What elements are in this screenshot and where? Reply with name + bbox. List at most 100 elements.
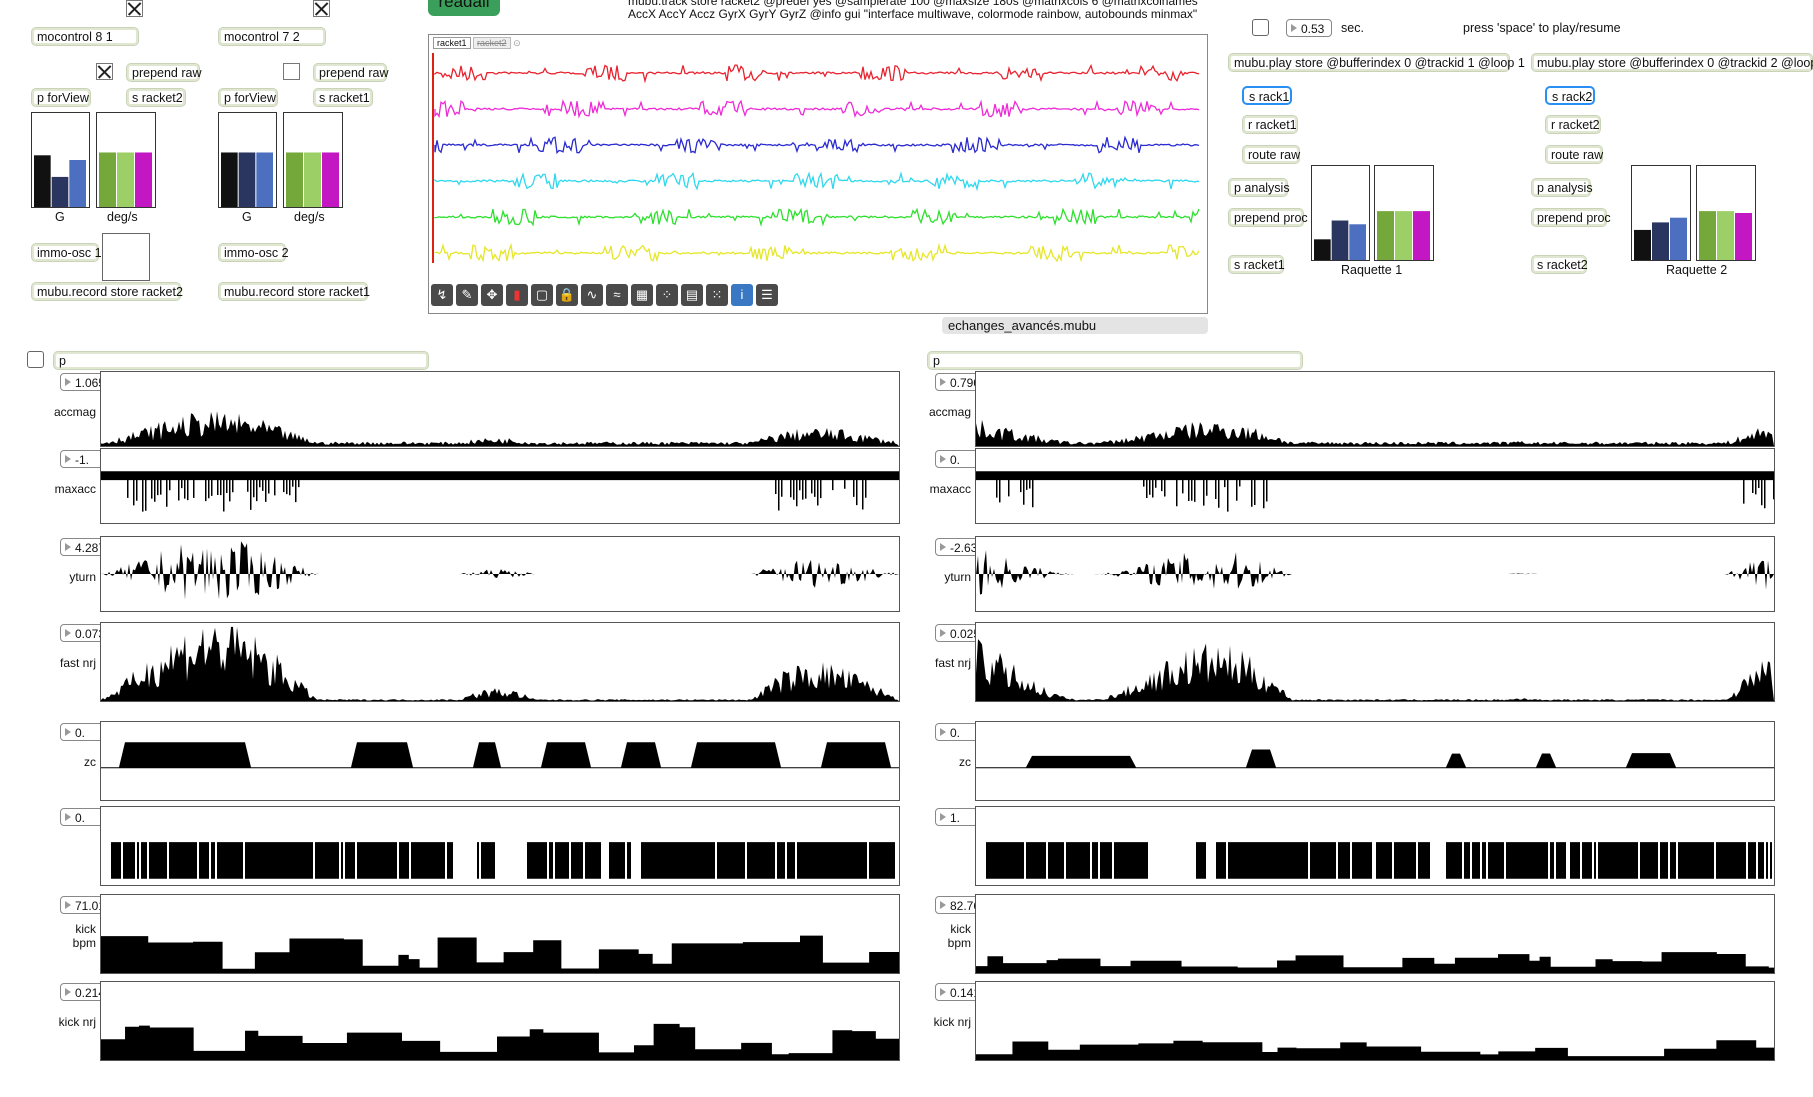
- select-tool-icon[interactable]: ▢: [531, 284, 553, 306]
- analysis-box-2[interactable]: p analysis: [1531, 178, 1593, 197]
- plot-canvas: [101, 1023, 899, 1060]
- prepend-proc-box-1[interactable]: prepend proc: [1228, 208, 1308, 227]
- send-racket-box-2[interactable]: s racket1: [313, 88, 373, 107]
- move-tool-icon[interactable]: ✥: [481, 284, 503, 306]
- send-rack2-box[interactable]: s rack2: [1545, 86, 1595, 105]
- analysis-box-1[interactable]: p analysis: [1228, 178, 1290, 197]
- plot-label-l-3: fast nrj: [59, 656, 96, 670]
- send-rack1-box[interactable]: s rack1: [1242, 86, 1292, 105]
- waveform-icon[interactable]: ∿: [581, 284, 603, 306]
- meter-bar: [1413, 211, 1430, 260]
- plot-label-l-4: zc: [84, 755, 96, 769]
- play-toggle[interactable]: [1252, 19, 1269, 36]
- route-raw-box-1[interactable]: route raw: [1242, 145, 1300, 164]
- plot-r-5[interactable]: [975, 806, 1775, 886]
- plot-r-4[interactable]: [975, 721, 1775, 801]
- prepend-raw-box[interactable]: prepend raw: [126, 63, 202, 82]
- mubu-track-view[interactable]: racket1 racket2 ⊙ ↯ ✎ ✥ ▮ ▢ 🔒 ∿ ≈ ▦ ⁘ ▤ ⁙ i ☰: [428, 34, 1208, 314]
- prepend-raw-box-2[interactable]: prepend raw: [313, 63, 389, 82]
- forview-box[interactable]: p forView: [31, 88, 91, 107]
- track-args-line2: AccX AccY Accz GyrX GyrY GyrZ @info gui …: [628, 7, 1198, 21]
- plot-label-r-7: kick nrj: [933, 1015, 971, 1029]
- subpatch-left[interactable]: p: [53, 351, 429, 370]
- plot-l-0[interactable]: [100, 371, 900, 447]
- toggle-top-left[interactable]: [126, 0, 143, 17]
- record-box[interactable]: mubu.record store racket2: [31, 282, 183, 301]
- mubu-play-box-2[interactable]: mubu.play store @bufferindex 0 @trackid …: [1531, 53, 1813, 72]
- plot-l-2[interactable]: [100, 536, 900, 612]
- plot-l-7[interactable]: [100, 981, 900, 1061]
- pen-tool-icon[interactable]: ✎: [456, 284, 478, 306]
- lock-icon[interactable]: 🔒: [556, 284, 578, 306]
- immo-osc-box-2[interactable]: immo-osc 2: [218, 243, 289, 262]
- tab-racket1[interactable]: racket1: [433, 37, 471, 49]
- meter-bar: [69, 160, 86, 207]
- immo-osc-box[interactable]: immo-osc 1: [31, 243, 102, 262]
- dots-icon[interactable]: ⁙: [706, 284, 728, 306]
- plot-canvas: [976, 419, 1774, 446]
- forview-box-2[interactable]: p forView: [218, 88, 278, 107]
- analysis-toggle[interactable]: [27, 351, 44, 368]
- subpatch-right[interactable]: p: [927, 351, 1303, 370]
- player2-accel-bars: [1631, 165, 1691, 261]
- mubu-play-box-1[interactable]: mubu.play store @bufferindex 0 @trackid …: [1228, 53, 1525, 72]
- grid-icon[interactable]: ▦: [631, 284, 653, 306]
- plot-l-5[interactable]: [100, 806, 900, 886]
- readall-button[interactable]: readall: [428, 0, 500, 16]
- label-degs: deg/s: [107, 210, 138, 224]
- meter-bar: [256, 152, 273, 207]
- play-cursor[interactable]: [432, 53, 434, 263]
- mocontrol-box-2[interactable]: mocontrol 7 2: [218, 27, 326, 46]
- plot-r-3[interactable]: [975, 622, 1775, 702]
- pointer-tool-icon[interactable]: ↯: [431, 284, 453, 306]
- toggle-mid-left2[interactable]: [283, 63, 300, 80]
- plot-l-1[interactable]: [100, 448, 900, 524]
- toggle-top-left2[interactable]: [313, 0, 330, 17]
- plot-trace: [101, 742, 899, 769]
- label-g-2: G: [242, 210, 252, 224]
- receive-racket1-box[interactable]: r racket1: [1242, 115, 1298, 134]
- plot-r-2[interactable]: [975, 536, 1775, 612]
- player1-accel-bars: [1311, 165, 1370, 261]
- plot-trace: [101, 626, 899, 701]
- toggle-mid-left[interactable]: [96, 63, 113, 80]
- accel-bars-2: [221, 152, 273, 207]
- list-icon[interactable]: ☰: [756, 284, 778, 306]
- scatter-icon[interactable]: ⁘: [656, 284, 678, 306]
- tab-add-icon[interactable]: ⊙: [513, 38, 521, 48]
- send-racket-box[interactable]: s racket2: [126, 88, 186, 107]
- plot-label-l-7: kick nrj: [58, 1015, 96, 1029]
- gyro-bars: [99, 152, 152, 207]
- info-icon[interactable]: i: [731, 284, 753, 306]
- plot-r-0[interactable]: [975, 371, 1775, 447]
- tab-racket2[interactable]: racket2: [473, 37, 511, 49]
- mocontrol-box[interactable]: mocontrol 8 1: [31, 27, 139, 46]
- prepend-proc-box-2[interactable]: prepend proc: [1531, 208, 1611, 227]
- plot-canvas: [111, 842, 895, 879]
- plot-trace: [976, 419, 1774, 446]
- meter-bar: [1735, 213, 1752, 260]
- plot-l-4[interactable]: [100, 721, 900, 801]
- record-box-2[interactable]: mubu.record store racket1: [218, 282, 370, 301]
- plot-r-1[interactable]: [975, 448, 1775, 524]
- plot-trace: [976, 639, 1774, 701]
- meter-bar: [135, 152, 152, 207]
- immo-display: [102, 233, 150, 281]
- plot-r-6[interactable]: [975, 894, 1775, 974]
- meter-bar: [221, 152, 238, 207]
- bars-icon[interactable]: ▤: [681, 284, 703, 306]
- plot-trace: [101, 471, 899, 512]
- wave2-icon[interactable]: ≈: [606, 284, 628, 306]
- receive-racket2-box[interactable]: r racket2: [1545, 115, 1601, 134]
- cursor-tool-icon[interactable]: ▮: [506, 284, 528, 306]
- multiwave-display[interactable]: [429, 53, 1205, 273]
- plot-trace: [976, 749, 1774, 769]
- time-number-box[interactable]: 0.53: [1286, 19, 1332, 37]
- plot-l-6[interactable]: [100, 894, 900, 974]
- send-racket1-out[interactable]: s racket1: [1228, 255, 1285, 274]
- wave-channel-5: [434, 207, 1200, 227]
- plot-r-7[interactable]: [975, 981, 1775, 1061]
- plot-l-3[interactable]: [100, 622, 900, 702]
- send-racket2-out[interactable]: s racket2: [1531, 255, 1588, 274]
- route-raw-box-2[interactable]: route raw: [1545, 145, 1603, 164]
